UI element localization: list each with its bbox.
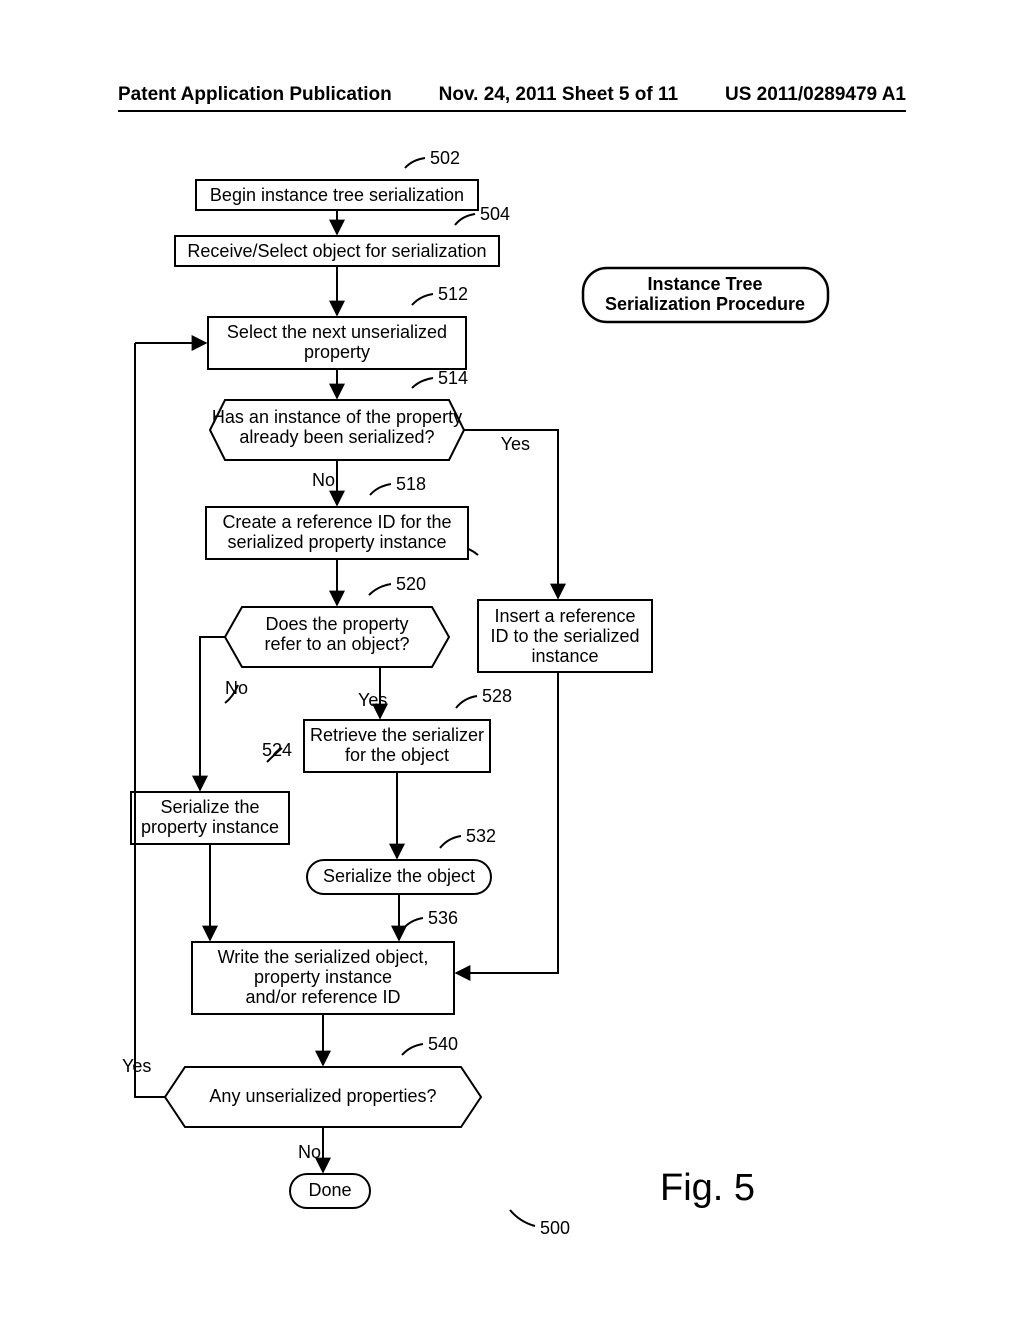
svg-text:serialized property instance: serialized property instance bbox=[227, 532, 446, 552]
node-done: Done bbox=[290, 1174, 370, 1208]
node-532: Serialize the object 532 bbox=[307, 826, 496, 894]
svg-text:Receive/Select object for seri: Receive/Select object for serialization bbox=[187, 241, 486, 261]
svg-text:Does the property: Does the property bbox=[265, 614, 408, 634]
svg-text:property: property bbox=[304, 342, 370, 362]
svg-text:No: No bbox=[298, 1142, 321, 1162]
svg-text:No: No bbox=[312, 470, 335, 490]
ref-500: 500 bbox=[510, 1210, 570, 1238]
svg-text:Yes: Yes bbox=[501, 434, 530, 454]
svg-text:540: 540 bbox=[428, 1034, 458, 1054]
svg-text:504: 504 bbox=[480, 204, 510, 224]
svg-text:502: 502 bbox=[430, 148, 460, 168]
svg-text:536: 536 bbox=[428, 908, 458, 928]
node-514: Has an instance of the property already … bbox=[210, 368, 468, 460]
svg-text:520: 520 bbox=[396, 574, 426, 594]
svg-text:518: 518 bbox=[396, 474, 426, 494]
svg-text:Any unserialized properties?: Any unserialized properties? bbox=[209, 1086, 436, 1106]
svg-text:Write the serialized object,: Write the serialized object, bbox=[218, 947, 429, 967]
figure-caption: Fig. 5 bbox=[660, 1167, 755, 1209]
svg-text:Serialization Procedure: Serialization Procedure bbox=[605, 294, 805, 314]
svg-text:Retrieve the serializer: Retrieve the serializer bbox=[310, 725, 484, 745]
svg-text:Select the next unserialized: Select the next unserialized bbox=[227, 322, 447, 342]
node-524: Serialize the property instance 524 bbox=[131, 740, 292, 844]
svg-text:Create a reference ID for the: Create a reference ID for the bbox=[222, 512, 451, 532]
node-512: Select the next unserialized property 51… bbox=[208, 284, 468, 369]
svg-text:ID to the serialized: ID to the serialized bbox=[490, 626, 639, 646]
svg-text:Has an instance of the propert: Has an instance of the property bbox=[212, 407, 462, 427]
svg-text:512: 512 bbox=[438, 284, 468, 304]
node-504: Receive/Select object for serialization … bbox=[175, 204, 510, 266]
node-528: Retrieve the serializer for the object 5… bbox=[304, 686, 512, 772]
flowchart: Begin instance tree serialization 502 Re… bbox=[0, 0, 1024, 1320]
svg-text:Yes: Yes bbox=[122, 1056, 151, 1076]
svg-text:Yes: Yes bbox=[358, 690, 387, 710]
svg-text:524: 524 bbox=[262, 740, 292, 760]
svg-text:514: 514 bbox=[438, 368, 468, 388]
svg-text:property instance: property instance bbox=[254, 967, 392, 987]
svg-text:Instance Tree: Instance Tree bbox=[647, 274, 762, 294]
node-502: Begin instance tree serialization 502 bbox=[196, 148, 478, 210]
svg-text:Insert a reference: Insert a reference bbox=[494, 606, 635, 626]
svg-text:Serialize the: Serialize the bbox=[160, 797, 259, 817]
node-536: Write the serialized object, property in… bbox=[192, 908, 458, 1014]
title-bubble: Instance Tree Serialization Procedure bbox=[583, 268, 828, 322]
svg-text:500: 500 bbox=[540, 1218, 570, 1238]
svg-text:Serialize the object: Serialize the object bbox=[323, 866, 475, 886]
svg-text:instance: instance bbox=[531, 646, 598, 666]
svg-text:Begin instance tree serializat: Begin instance tree serialization bbox=[210, 185, 464, 205]
svg-text:already been serialized?: already been serialized? bbox=[239, 427, 434, 447]
svg-text:Done: Done bbox=[308, 1180, 351, 1200]
svg-text:and/or reference ID: and/or reference ID bbox=[245, 987, 400, 1007]
svg-text:528: 528 bbox=[482, 686, 512, 706]
svg-text:532: 532 bbox=[466, 826, 496, 846]
svg-text:property instance: property instance bbox=[141, 817, 279, 837]
svg-text:for the object: for the object bbox=[345, 745, 449, 765]
svg-text:refer to an object?: refer to an object? bbox=[264, 634, 409, 654]
